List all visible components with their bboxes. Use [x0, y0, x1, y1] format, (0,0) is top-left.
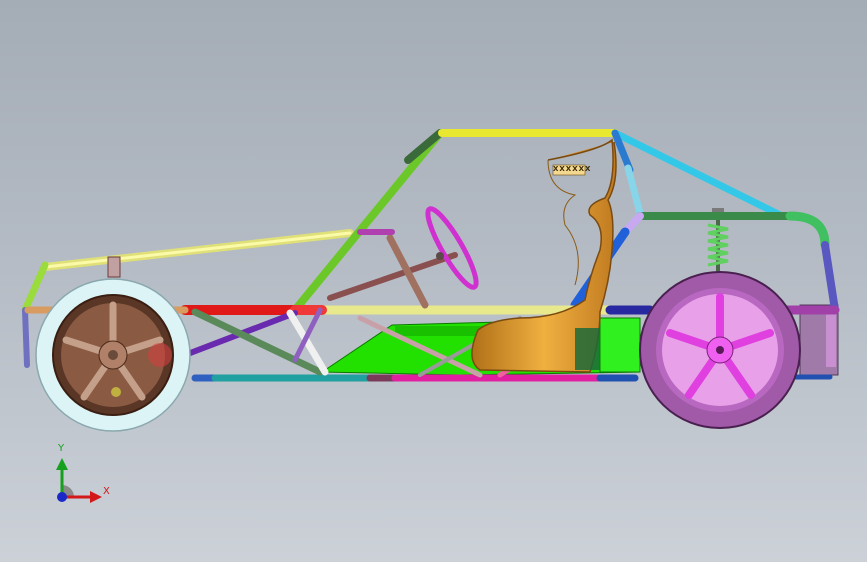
- coordinate-triad: [56, 458, 102, 503]
- y-axis-arrowhead: [56, 458, 68, 470]
- z-axis-dot: [57, 492, 67, 502]
- y-axis-label: Y: [58, 443, 65, 454]
- cad-viewport[interactable]: XXXXXX X Y: [0, 0, 867, 562]
- x-axis-arrowhead: [90, 491, 102, 503]
- x-axis-label: X: [103, 486, 110, 497]
